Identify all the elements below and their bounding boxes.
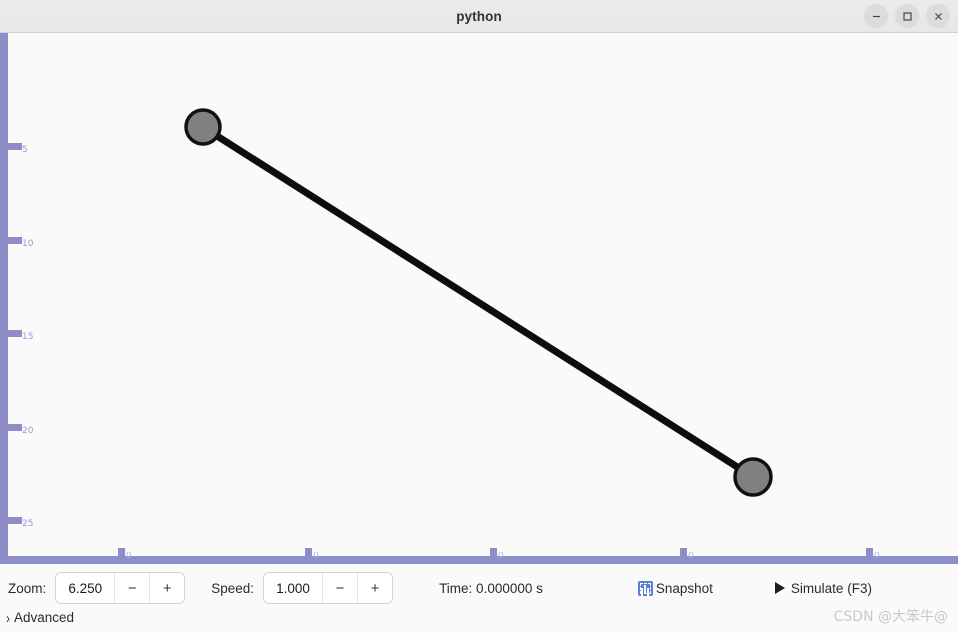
play-icon — [774, 582, 785, 594]
horizontal-tick-label: 0 — [874, 552, 880, 559]
vertical-tick — [0, 424, 22, 431]
simulate-button[interactable]: Simulate (F3) — [774, 580, 872, 596]
snapshot-button[interactable]: Snapshot — [637, 580, 713, 596]
title-bar: python — [0, 0, 958, 33]
advanced-label: Advanced — [14, 610, 75, 625]
horizontal-tick — [118, 548, 125, 564]
pendulum-scene — [184, 108, 773, 497]
pendulum-rod[interactable] — [201, 124, 755, 480]
toolbar-row: Zoom: 6.250 − + Speed: 1.000 − + Time: 0… — [8, 564, 872, 612]
horizontal-ruler — [0, 556, 958, 564]
minimize-icon — [872, 15, 880, 17]
speed-label: Speed: — [211, 580, 255, 596]
advanced-toggle[interactable]: › Advanced — [6, 610, 74, 625]
speed-decrement-button[interactable]: − — [322, 573, 358, 603]
horizontal-tick-label: 0 — [313, 552, 319, 559]
minimize-button[interactable] — [864, 4, 888, 28]
vertical-tick-label: 25 — [22, 519, 34, 529]
vertical-tick-label: 15 — [22, 332, 34, 342]
zoom-stepper[interactable]: 6.250 − + — [55, 572, 186, 604]
zoom-decrement-button[interactable]: − — [114, 573, 150, 603]
horizontal-tick-label: 0 — [688, 552, 694, 559]
horizontal-tick — [680, 548, 687, 564]
horizontal-tick-label: 0 — [126, 552, 132, 559]
zoom-label: Zoom: — [8, 580, 47, 596]
vertical-tick-label: 5 — [22, 145, 28, 155]
pendulum-bob[interactable] — [733, 457, 773, 497]
horizontal-tick — [866, 548, 873, 564]
horizontal-tick — [490, 548, 497, 564]
snapshot-icon — [637, 580, 653, 596]
zoom-increment-button[interactable]: + — [149, 573, 185, 603]
window-controls — [864, 4, 950, 28]
pendulum-anchor[interactable] — [184, 108, 222, 146]
horizontal-tick-label: 0 — [498, 552, 504, 559]
time-display: Time: 0.000000 s — [439, 580, 543, 596]
watermark: CSDN @大笨牛@ — [833, 609, 948, 625]
vertical-tick — [0, 517, 22, 524]
close-button[interactable] — [926, 4, 950, 28]
maximize-icon — [902, 11, 912, 21]
application-window: python 5 10 15 20 25 0 0 0 0 0 Zoom: 6.2… — [0, 0, 958, 633]
chevron-right-icon: › — [6, 608, 10, 627]
speed-input[interactable]: 1.000 — [264, 573, 323, 603]
maximize-button[interactable] — [895, 4, 919, 28]
window-title: python — [456, 9, 502, 24]
vertical-tick — [0, 143, 22, 150]
vertical-ruler — [0, 33, 8, 564]
snapshot-label: Snapshot — [655, 580, 713, 596]
vertical-tick-label: 20 — [22, 426, 34, 436]
simulation-canvas[interactable] — [0, 33, 958, 564]
zoom-input[interactable]: 6.250 — [56, 573, 115, 603]
simulate-label: Simulate (F3) — [790, 580, 872, 596]
close-icon — [934, 12, 942, 20]
vertical-tick — [0, 330, 22, 337]
bottom-toolbar: Zoom: 6.250 − + Speed: 1.000 − + Time: 0… — [0, 564, 958, 612]
speed-increment-button[interactable]: + — [357, 573, 393, 603]
vertical-tick-label: 10 — [22, 239, 34, 249]
horizontal-tick — [305, 548, 312, 564]
speed-stepper[interactable]: 1.000 − + — [263, 572, 394, 604]
vertical-tick — [0, 237, 22, 244]
